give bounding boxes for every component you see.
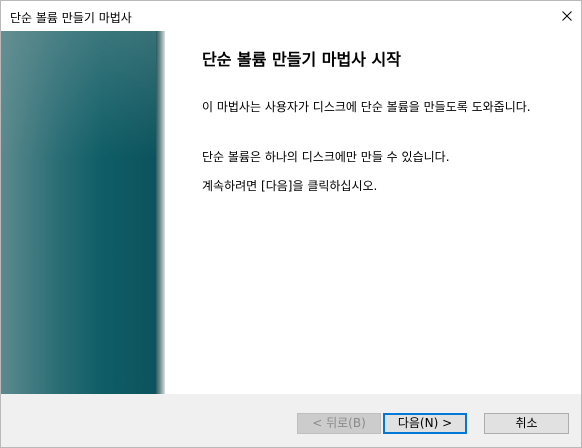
window-title: 단순 볼륨 만들기 마법사 <box>10 11 132 25</box>
title-bar[interactable]: 단순 볼륨 만들기 마법사 <box>1 1 581 31</box>
banner-edge <box>156 31 165 394</box>
button-bar: < 뒤로(B) 다음(N) > 취소 <box>1 394 581 447</box>
wizard-banner-image <box>1 31 165 394</box>
instruction-text: 계속하려면 [다음]을 클릭하십시오. <box>202 179 378 193</box>
close-button[interactable] <box>553 1 581 31</box>
back-button[interactable]: < 뒤로(B) <box>297 413 381 434</box>
next-button[interactable]: 다음(N) > <box>383 413 467 434</box>
info-text: 단순 볼륨은 하나의 디스크에만 만들 수 있습니다. <box>202 150 450 164</box>
wizard-heading: 단순 볼륨 만들기 마법사 시작 <box>202 50 401 69</box>
close-icon <box>562 11 572 21</box>
wizard-window: 단순 볼륨 만들기 마법사 단순 볼륨 만들기 마법사 시작 이 마법사는 사용… <box>0 0 582 448</box>
wizard-content: 단순 볼륨 만들기 마법사 시작 이 마법사는 사용자가 디스크에 단순 볼륨을… <box>1 31 581 394</box>
description-text: 이 마법사는 사용자가 디스크에 단순 볼륨을 만들도록 도와줍니다. <box>202 100 531 114</box>
cancel-button[interactable]: 취소 <box>484 413 569 434</box>
